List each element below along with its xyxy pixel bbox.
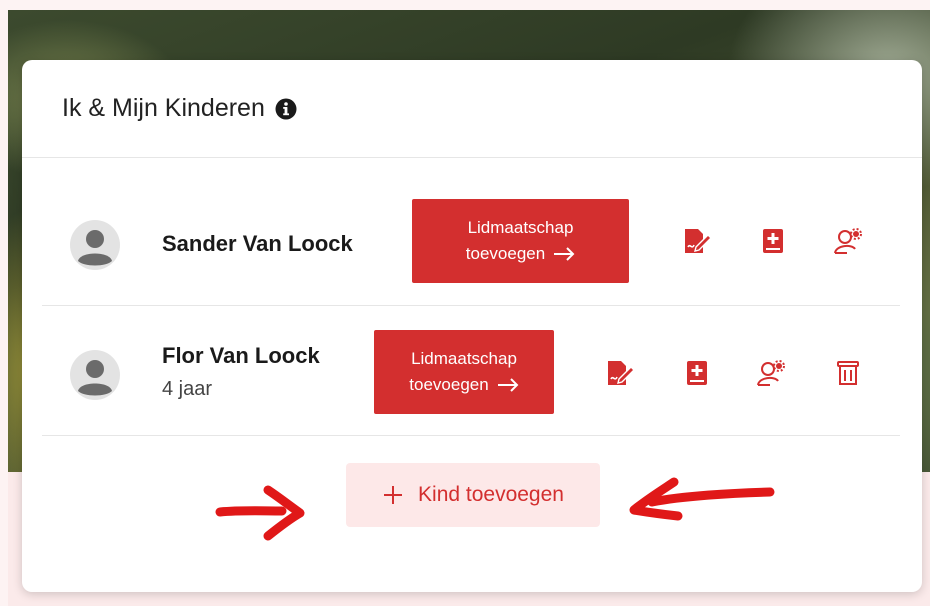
delete-button[interactable] xyxy=(831,356,865,390)
info-circle-icon[interactable] xyxy=(275,98,297,120)
medical-book-button[interactable] xyxy=(680,356,714,390)
avatar-icon xyxy=(70,350,120,400)
edit-document-button[interactable] xyxy=(603,356,637,390)
add-membership-button[interactable]: Lidmaatschap toevoegen xyxy=(374,330,554,414)
membership-label-line1: Lidmaatschap xyxy=(467,218,574,237)
plus-icon xyxy=(384,486,403,504)
edit-document-icon xyxy=(685,229,712,253)
arrow-right-icon xyxy=(497,378,519,392)
medical-book-icon xyxy=(687,361,707,385)
membership-label-line2: toevoegen xyxy=(465,244,546,263)
user-settings-button[interactable] xyxy=(754,356,788,390)
add-membership-button[interactable]: Lidmaatschap toevoegen xyxy=(412,199,629,283)
annotation-arrow-left-icon xyxy=(629,477,775,521)
edit-document-button[interactable] xyxy=(680,224,714,258)
member-age: 4 jaar xyxy=(162,378,213,400)
member-row: Sander Van Loock Lidmaatschap toevoegen xyxy=(42,176,900,306)
medical-book-button[interactable] xyxy=(756,224,790,258)
user-settings-button[interactable] xyxy=(831,224,865,258)
card-title: Ik & Mijn Kinderen xyxy=(62,94,265,122)
edit-document-icon xyxy=(608,361,635,385)
add-child-button[interactable]: Kind toevoegen xyxy=(346,463,600,527)
trash-icon xyxy=(837,361,859,385)
annotation-arrow-right-icon xyxy=(215,485,305,541)
user-settings-icon xyxy=(834,228,862,254)
member-row: Flor Van Loock 4 jaar Lidmaatschap toevo… xyxy=(42,306,900,436)
arrow-right-icon xyxy=(554,247,575,261)
membership-label-line2: toevoegen xyxy=(409,375,489,394)
member-name: Sander Van Loock xyxy=(162,231,353,256)
user-settings-icon xyxy=(757,360,785,386)
avatar-icon xyxy=(70,220,120,270)
add-child-label: Kind toevoegen xyxy=(418,483,564,506)
membership-label-line1: Lidmaatschap xyxy=(411,349,517,368)
member-name: Flor Van Loock xyxy=(162,343,320,368)
family-card: Ik & Mijn Kinderen Sander Van Loock Lidm… xyxy=(22,60,922,592)
medical-book-icon xyxy=(763,229,783,253)
card-header: Ik & Mijn Kinderen xyxy=(22,60,922,158)
